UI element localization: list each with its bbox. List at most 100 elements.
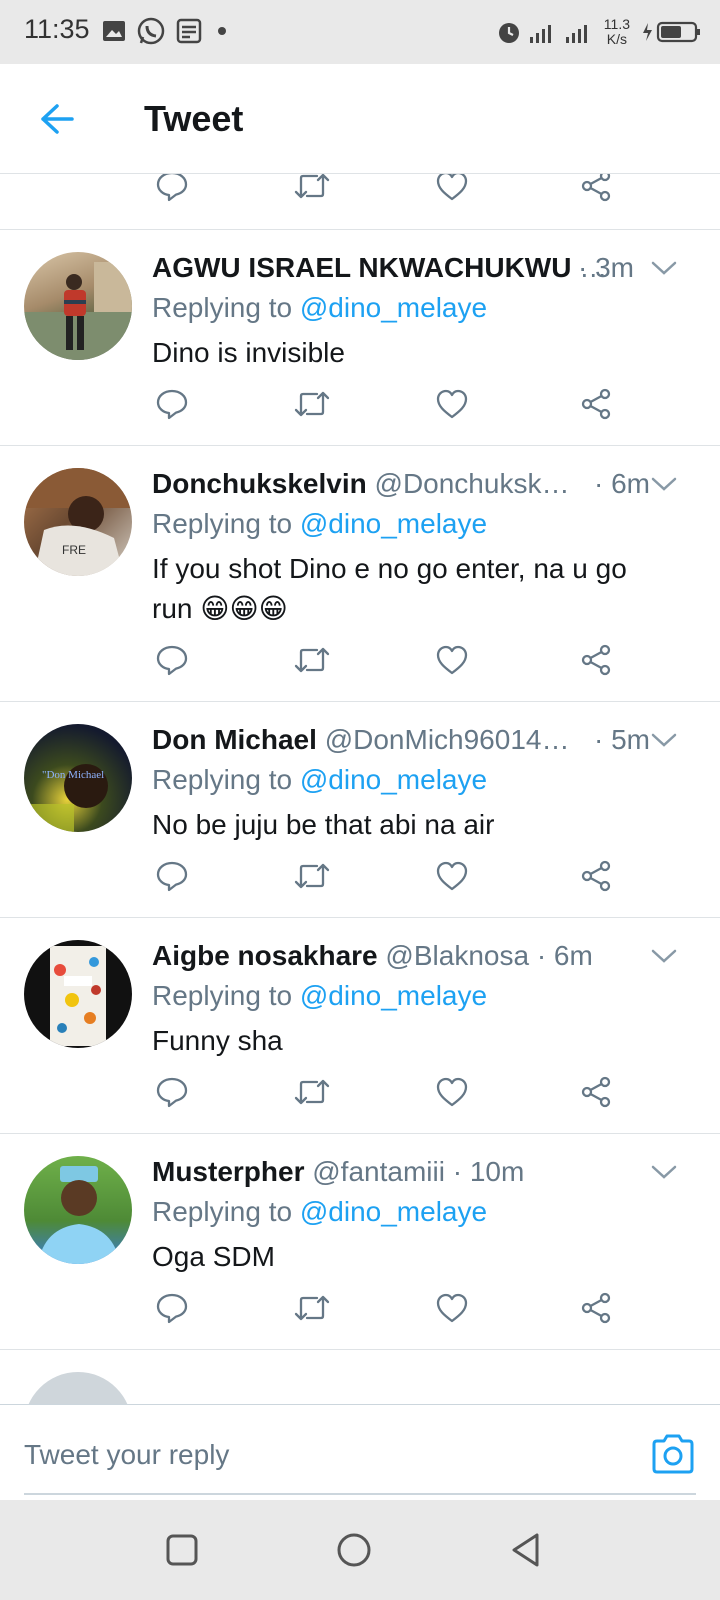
action-row xyxy=(0,638,720,682)
tweet-header: AGWU ISRAEL NKWACHUKWU … xyxy=(152,250,622,286)
reply-icon xyxy=(156,1077,188,1108)
status-time: 11:35 xyxy=(24,14,90,44)
like-button[interactable] xyxy=(430,382,474,426)
avatar[interactable] xyxy=(24,252,132,360)
reply-input[interactable] xyxy=(24,1435,584,1475)
tweet-author-name: Don Michael xyxy=(152,724,317,755)
action-row xyxy=(0,1286,720,1330)
tweet-text: No be juju be that abi na air xyxy=(152,809,495,840)
like-button[interactable] xyxy=(430,854,474,898)
tweet-reply[interactable]: FRE Donchukskelvin @Donchuksk… · 6m Repl… xyxy=(0,446,720,702)
tweet-text: If you shot Dino e no go enter, na u go … xyxy=(152,553,627,624)
chevron-down-icon[interactable] xyxy=(650,258,678,278)
app-header: Tweet xyxy=(0,64,720,174)
retweet-button[interactable] xyxy=(290,174,334,208)
avatar[interactable]: FRE xyxy=(24,468,132,576)
avatar-image: FRE xyxy=(24,468,132,576)
tweet-text: Dino is invisible xyxy=(152,337,345,368)
tweet-time: · 6m xyxy=(594,468,650,499)
retweet-icon xyxy=(294,391,330,417)
reply-button[interactable] xyxy=(150,1070,194,1114)
tweet-author-name: Musterpher xyxy=(152,1156,305,1187)
tweet-reply[interactable]: Aigbe nosakhare @Blaknosa · 6m Replying … xyxy=(0,918,720,1134)
reply-feed[interactable]: AGWU ISRAEL NKWACHUKWU … · 3m Replying t… xyxy=(0,174,720,1404)
retweet-icon xyxy=(294,647,330,673)
replying-to-label: Replying to xyxy=(152,980,300,1011)
home-button[interactable] xyxy=(334,1530,374,1570)
avatar-image xyxy=(50,946,106,1046)
tweet-reply[interactable]: "Don Michael Don Michael @DonMich96014… … xyxy=(0,702,720,918)
camera-button[interactable] xyxy=(650,1433,696,1475)
replying-to-mention[interactable]: @dino_melaye xyxy=(300,764,487,795)
share-icon xyxy=(581,1292,611,1324)
tweet-header: Donchukskelvin @Donchuksk… xyxy=(152,466,622,502)
retweet-icon xyxy=(294,1079,330,1105)
share-button[interactable] xyxy=(574,854,618,898)
reply-button[interactable] xyxy=(150,1286,194,1330)
tweet-reply-partial[interactable] xyxy=(0,1350,720,1404)
reply-button[interactable] xyxy=(150,854,194,898)
like-button[interactable] xyxy=(430,638,474,682)
tweet-author-handle: @Donchuksk… xyxy=(374,468,570,499)
tweet-header: Aigbe nosakhare @Blaknosa · 6m xyxy=(152,938,622,974)
replying-to-mention[interactable]: @dino_melaye xyxy=(300,508,487,539)
signal-4g-icon xyxy=(565,25,587,43)
reply-button[interactable] xyxy=(150,174,194,208)
retweet-button[interactable] xyxy=(290,854,334,898)
reply-composer xyxy=(0,1404,720,1500)
replying-to-mention[interactable]: @dino_melaye xyxy=(300,1196,487,1227)
chevron-down-icon[interactable] xyxy=(650,730,678,750)
tweet-time: · 5m xyxy=(594,724,650,755)
tweet-reply[interactable]: Musterpher @fantamiii · 10m Replying to … xyxy=(0,1134,720,1350)
camera-icon xyxy=(652,1434,694,1474)
share-button[interactable] xyxy=(574,174,618,208)
replying-to-mention[interactable]: @dino_melaye xyxy=(300,292,487,323)
avatar[interactable] xyxy=(24,1372,132,1404)
avatar[interactable]: "Don Michael xyxy=(24,724,132,832)
net-speed-unit: K/s xyxy=(606,31,627,47)
reply-button[interactable] xyxy=(150,382,194,426)
alarm-icon xyxy=(498,23,519,43)
replying-to: Replying to @dino_melaye xyxy=(152,762,487,798)
replying-to-mention[interactable]: @dino_melaye xyxy=(300,980,487,1011)
chevron-down-icon[interactable] xyxy=(650,474,678,494)
replying-to: Replying to @dino_melaye xyxy=(152,978,487,1014)
heart-icon xyxy=(436,1293,468,1323)
share-button[interactable] xyxy=(574,1070,618,1114)
back-nav-button[interactable] xyxy=(506,1530,546,1570)
retweet-button[interactable] xyxy=(290,382,334,426)
reply-icon xyxy=(156,645,188,676)
retweet-button[interactable] xyxy=(290,1286,334,1330)
tweet-time: · 3m xyxy=(578,252,634,283)
reply-icon xyxy=(156,861,188,892)
share-button[interactable] xyxy=(574,1286,618,1330)
retweet-button[interactable] xyxy=(290,1070,334,1114)
notification-icons xyxy=(102,16,232,46)
replying-to: Replying to @dino_melaye xyxy=(152,1194,487,1230)
battery-charging-icon xyxy=(643,21,700,43)
svg-text:FRE: FRE xyxy=(62,543,86,557)
share-icon xyxy=(581,174,611,202)
share-icon xyxy=(581,388,611,420)
svg-text:"Don Michael: "Don Michael xyxy=(42,769,104,781)
tweet-reply[interactable]: AGWU ISRAEL NKWACHUKWU … · 3m Replying t… xyxy=(0,230,720,446)
news-icon xyxy=(176,18,202,44)
reply-input-underline xyxy=(24,1493,696,1495)
chevron-down-icon[interactable] xyxy=(650,946,678,966)
avatar[interactable] xyxy=(24,940,132,1048)
tweet-author-handle: @Blaknosa xyxy=(385,940,530,971)
retweet-button[interactable] xyxy=(290,638,334,682)
recents-button[interactable] xyxy=(162,1530,202,1570)
dot-icon xyxy=(218,27,226,35)
like-button[interactable] xyxy=(430,1286,474,1330)
status-right-icons: 11.3 K/s xyxy=(496,14,702,50)
share-button[interactable] xyxy=(574,638,618,682)
share-button[interactable] xyxy=(574,382,618,426)
reply-button[interactable] xyxy=(150,638,194,682)
like-button[interactable] xyxy=(430,1070,474,1114)
like-button[interactable] xyxy=(430,174,474,208)
avatar[interactable] xyxy=(24,1156,132,1264)
chevron-down-icon[interactable] xyxy=(650,1162,678,1182)
replying-to: Replying to @dino_melaye xyxy=(152,290,487,326)
back-button[interactable] xyxy=(32,94,82,144)
